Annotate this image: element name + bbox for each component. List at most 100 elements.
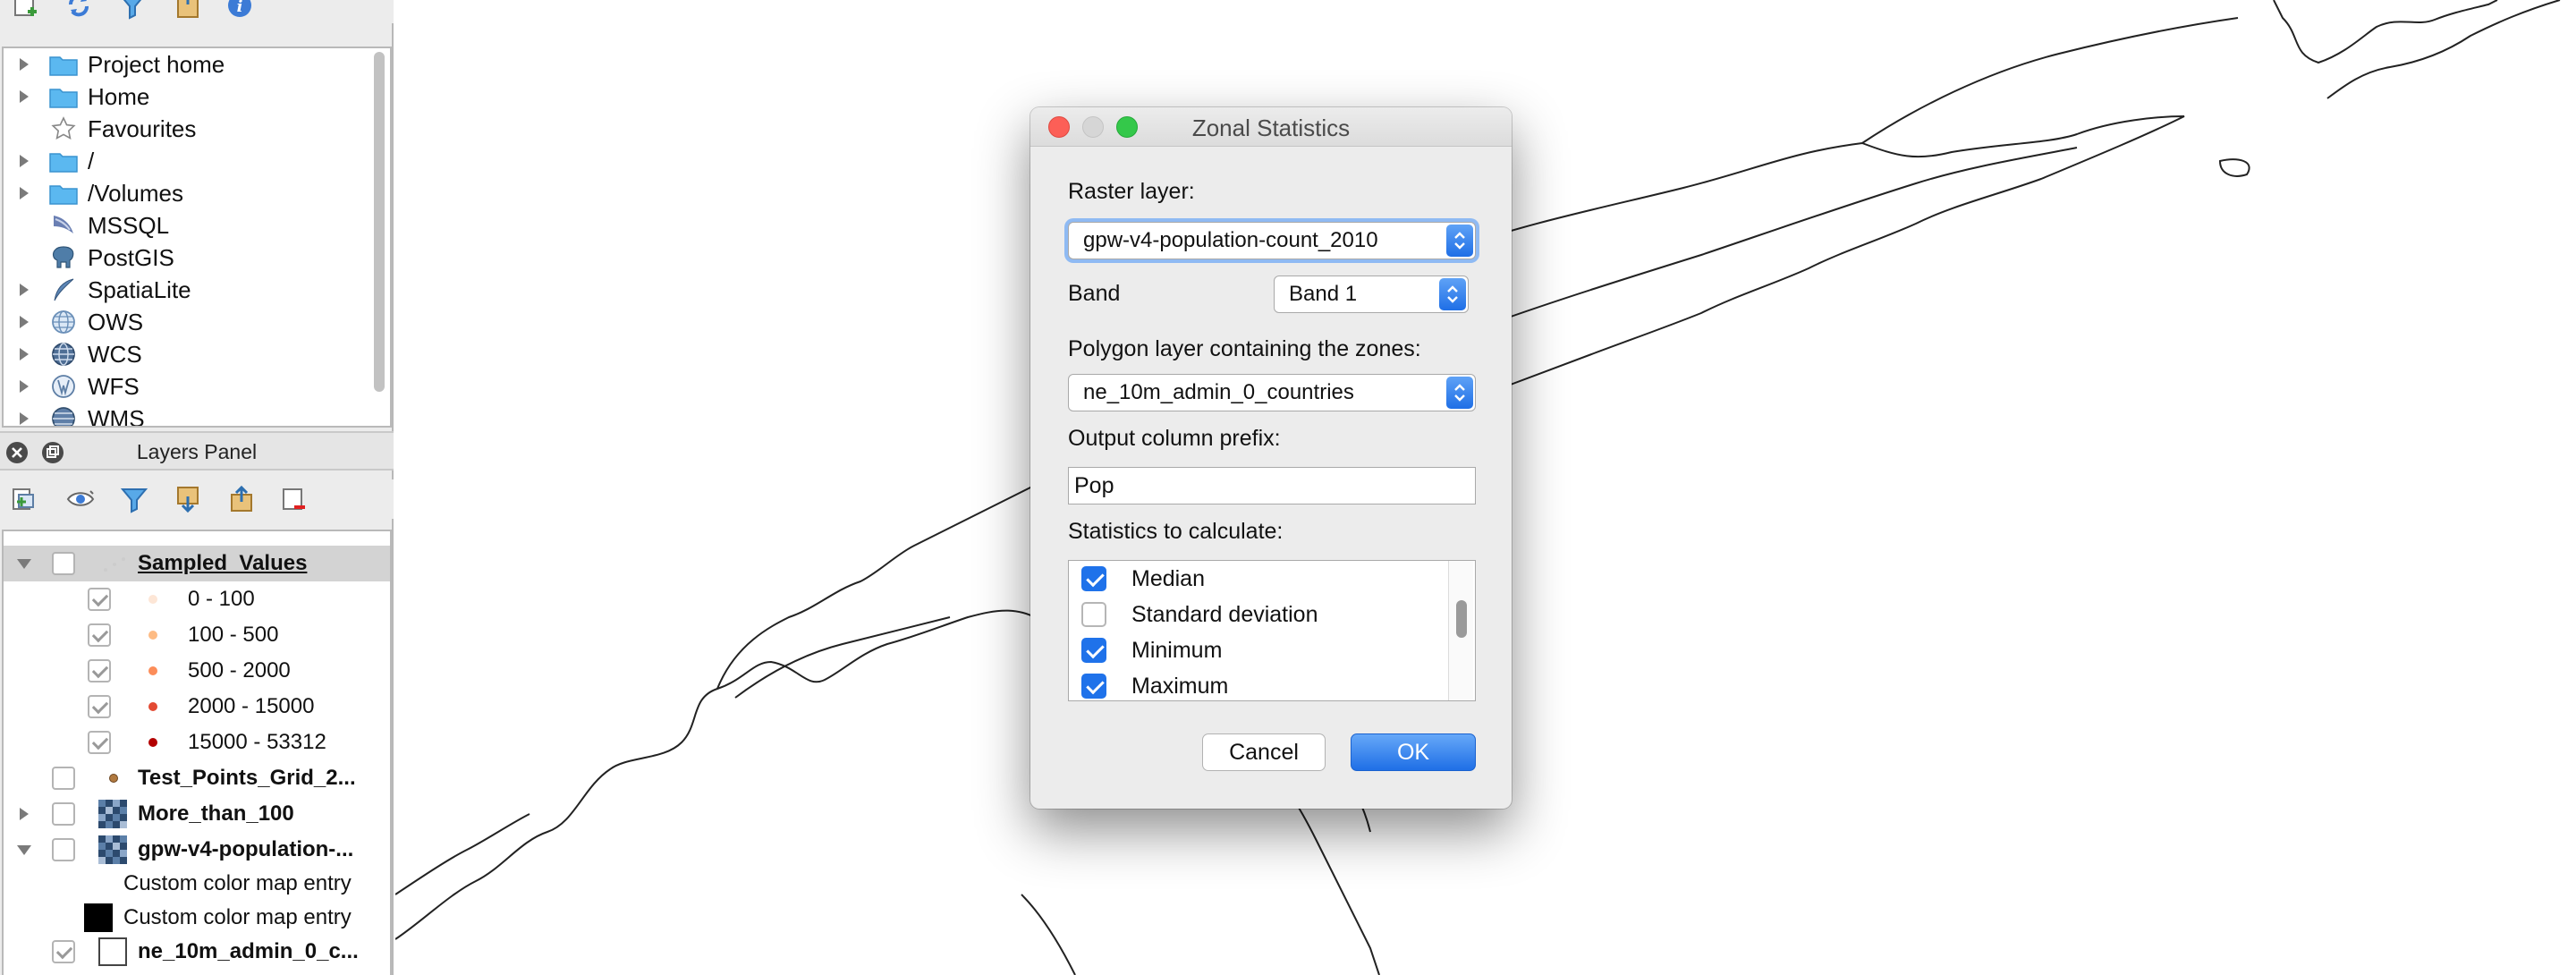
expand-all-button[interactable] <box>170 481 206 517</box>
expand-arrow-icon[interactable] <box>16 378 32 394</box>
browser-scrollbar[interactable] <box>374 52 385 392</box>
properties-button[interactable]: i <box>222 0 258 23</box>
class-visibility-checkbox[interactable] <box>88 695 111 718</box>
layer-row-gpw-population[interactable]: gpw-v4-population-... <box>4 832 390 868</box>
expand-arrow-icon[interactable] <box>16 314 32 330</box>
scrollbar-thumb[interactable] <box>1456 600 1467 638</box>
layer-row-sampled-values[interactable]: Sampled_Values <box>4 546 390 581</box>
layer-visibility-checkbox[interactable] <box>52 767 75 790</box>
layer-name: ne_10m_admin_0_c... <box>138 939 359 963</box>
browser-item-wms[interactable]: WMS <box>4 403 370 427</box>
polygon-layer-select[interactable]: ne_10m_admin_0_countries <box>1068 374 1476 411</box>
color-map-entry-row[interactable]: Custom color map entry <box>4 866 390 902</box>
polygon-layer-value: ne_10m_admin_0_countries <box>1083 380 1354 404</box>
cancel-button[interactable]: Cancel <box>1202 733 1326 771</box>
collapse-all-button[interactable] <box>170 0 206 23</box>
select-arrows-icon <box>1439 278 1466 310</box>
layer-visibility-checkbox[interactable] <box>52 802 75 826</box>
class-visibility-checkbox[interactable] <box>88 588 111 611</box>
collapse-all-icon <box>177 0 199 18</box>
expand-arrow-icon[interactable] <box>16 282 32 298</box>
filter-legend-button[interactable] <box>116 481 152 517</box>
spatialite-feather-icon <box>48 276 79 303</box>
raster-layer-label: Raster layer: <box>1068 179 1195 204</box>
globe-icon <box>48 373 79 400</box>
coast-islet <box>2218 158 2250 177</box>
legend-class-row[interactable]: 500 - 2000 <box>4 653 390 689</box>
stat-label: Minimum <box>1131 637 1223 663</box>
manage-map-themes-button[interactable] <box>63 481 98 517</box>
stat-item-minimum[interactable]: Minimum <box>1069 632 1445 668</box>
layers-tree[interactable]: Sampled_Values 0 - 100 100 - 500 500 - 2… <box>2 530 392 975</box>
browser-item-volumes[interactable]: /Volumes <box>4 177 370 209</box>
layer-row-more-than-100[interactable]: More_than_100 <box>4 796 390 832</box>
layer-visibility-checkbox[interactable] <box>52 838 75 861</box>
legend-class-row[interactable]: 100 - 500 <box>4 617 390 653</box>
zonal-statistics-dialog: Zonal Statistics Raster layer: gpw-v4-po… <box>1030 107 1512 809</box>
folder-icon <box>48 148 79 174</box>
mssql-icon <box>48 212 79 239</box>
collapse-arrow-icon[interactable] <box>16 842 32 858</box>
color-map-entry-row[interactable]: Custom color map entry <box>4 900 390 936</box>
add-layer-button[interactable] <box>7 0 43 23</box>
coastline-north-east-2 <box>2326 0 2561 99</box>
collapse-all-layers-button[interactable] <box>224 481 259 517</box>
expand-arrow-icon[interactable] <box>16 185 32 201</box>
browser-item-label: MSSQL <box>88 211 170 239</box>
layer-visibility-checkbox[interactable] <box>52 940 75 963</box>
statistics-list[interactable]: Median Standard deviation Minimum Maximu… <box>1068 560 1476 701</box>
class-visibility-checkbox[interactable] <box>88 659 111 682</box>
expand-arrow-icon[interactable] <box>16 346 32 362</box>
browser-item-postgis[interactable]: PostGIS <box>4 242 370 274</box>
browser-item-ows[interactable]: OWS <box>4 306 370 338</box>
coastline-north-east <box>2273 0 2498 64</box>
expand-arrow-icon[interactable] <box>16 56 32 72</box>
browser-item-wfs[interactable]: WFS <box>4 370 370 403</box>
stat-item-maximum[interactable]: Maximum <box>1069 668 1445 700</box>
legend-class-row[interactable]: 0 - 100 <box>4 581 390 617</box>
collapse-arrow-icon[interactable] <box>16 555 32 572</box>
layers-panel-header: Layers Panel <box>0 431 394 471</box>
class-label: 15000 - 53312 <box>188 730 326 754</box>
stat-checkbox[interactable] <box>1081 602 1106 627</box>
remove-layer-button[interactable] <box>275 481 311 517</box>
band-select[interactable]: Band 1 <box>1274 276 1469 313</box>
browser-item-favourites[interactable]: Favourites <box>4 113 370 145</box>
expand-arrow-icon[interactable] <box>16 806 32 822</box>
legend-class-row[interactable]: 15000 - 53312 <box>4 725 390 760</box>
filter-button[interactable] <box>114 0 150 23</box>
class-visibility-checkbox[interactable] <box>88 623 111 647</box>
expand-arrow-icon[interactable] <box>16 411 32 427</box>
layer-row-countries[interactable]: ne_10m_admin_0_c... <box>4 934 390 970</box>
color-swatch <box>84 903 113 932</box>
open-layer-styling-button[interactable] <box>5 481 41 517</box>
browser-item-spatialite[interactable]: SpatiaLite <box>4 274 370 306</box>
browser-item-wcs[interactable]: WCS <box>4 338 370 370</box>
coastline-mainland-connection <box>1861 17 2239 144</box>
statistics-scrollbar[interactable] <box>1448 561 1473 700</box>
output-prefix-input[interactable] <box>1068 467 1476 504</box>
class-color-swatch <box>148 738 157 747</box>
select-arrows-icon <box>1446 225 1473 257</box>
browser-tree[interactable]: Project home Home Favourites / /Volumes <box>2 47 392 428</box>
layer-visibility-checkbox[interactable] <box>52 552 75 575</box>
legend-class-row[interactable]: 2000 - 15000 <box>4 689 390 725</box>
expand-arrow-icon[interactable] <box>16 89 32 105</box>
browser-item-root[interactable]: / <box>4 145 370 177</box>
raster-layer-select[interactable]: gpw-v4-population-count_2010 <box>1068 222 1476 259</box>
stat-checkbox[interactable] <box>1081 566 1106 591</box>
collapse-all-icon <box>231 485 252 512</box>
stat-item-standard-deviation[interactable]: Standard deviation <box>1069 597 1445 632</box>
stat-checkbox[interactable] <box>1081 638 1106 663</box>
stat-checkbox[interactable] <box>1081 674 1106 699</box>
expand-arrow-icon[interactable] <box>16 153 32 169</box>
layer-row-test-points[interactable]: Test_Points_Grid_2... <box>4 760 390 796</box>
refresh-button[interactable] <box>61 0 97 23</box>
class-visibility-checkbox[interactable] <box>88 731 111 754</box>
ok-button[interactable]: OK <box>1351 733 1476 771</box>
stat-item-median[interactable]: Median <box>1069 561 1445 597</box>
browser-item-mssql[interactable]: MSSQL <box>4 209 370 242</box>
browser-item-home[interactable]: Home <box>4 81 370 113</box>
coastline-south-bay <box>395 813 530 895</box>
browser-item-project-home[interactable]: Project home <box>4 48 370 81</box>
